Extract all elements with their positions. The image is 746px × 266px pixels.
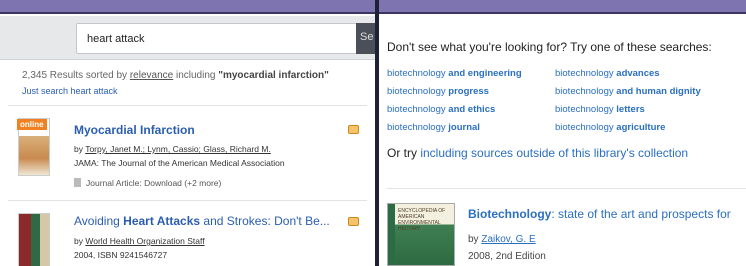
- title-pre: Avoiding: [74, 214, 124, 228]
- suggestion-base: biotechnology: [387, 122, 446, 133]
- suggestion-extra: agriculture: [616, 122, 666, 133]
- divider: [387, 188, 746, 189]
- suggestion-base: biotechnology: [387, 68, 446, 79]
- suggestion-extra: and engineering: [448, 68, 522, 79]
- search-button[interactable]: Se: [356, 23, 375, 54]
- suggestion-extra: and human dignity: [616, 86, 701, 97]
- or-try-label: Or try: [387, 146, 421, 160]
- result-authors: by Torpy, Janet M.; Lynm, Cassio; Glass,…: [74, 144, 271, 154]
- author-link[interactable]: Zaikov, G. E: [481, 234, 535, 245]
- suggestion-extra: letters: [616, 104, 645, 115]
- suggestion-base: biotechnology: [555, 86, 614, 97]
- book-cover-thumbnail[interactable]: ENCYCLOPEDIA OF AMERICAN ENVIRONMENTAL H…: [387, 203, 455, 266]
- suggestion-base: biotechnology: [555, 68, 614, 79]
- header-band: [0, 0, 375, 14]
- by-label: by: [74, 236, 86, 246]
- add-to-folder-icon[interactable]: [348, 125, 359, 134]
- or-try-line: Or try including sources outside of this…: [387, 146, 688, 160]
- format-text[interactable]: Journal Article: Download (+2 more): [86, 178, 221, 188]
- library-search-results-panel: heart attack Se 2,345 Results sorted by …: [0, 0, 375, 266]
- result-item: online Myocardial Infarction by Torpy, J…: [17, 118, 365, 198]
- suggestion-extra: advances: [616, 68, 660, 79]
- by-label: by: [74, 144, 86, 154]
- suggestion-link[interactable]: biotechnology and engineering: [387, 68, 522, 79]
- document-icon: [74, 178, 81, 187]
- suggestion-base: biotechnology: [387, 104, 446, 115]
- sort-relevance-link[interactable]: relevance: [130, 70, 173, 81]
- result-thumbnail[interactable]: [18, 213, 50, 266]
- include-outside-sources-link[interactable]: including sources outside of this librar…: [420, 146, 688, 160]
- header-band: [379, 0, 746, 14]
- book-title-link[interactable]: Biotechnology: state of the art and pros…: [468, 207, 731, 221]
- book-author: by Zaikov, G. E: [468, 234, 536, 245]
- suggestion-link[interactable]: biotechnology journal: [387, 122, 480, 133]
- result-edition: 2004, ISBN 9241546727: [74, 250, 168, 260]
- by-label: by: [468, 234, 482, 245]
- results-count: 2,345 Results sorted by: [22, 70, 130, 81]
- title-highlight: Heart Attacks: [123, 214, 201, 228]
- divider: [8, 105, 367, 106]
- result-title-link[interactable]: Myocardial Infarction: [74, 123, 195, 137]
- cover-spine: [388, 204, 395, 265]
- including-label: including: [173, 70, 219, 81]
- just-search-link[interactable]: Just search heart attack: [22, 86, 118, 96]
- online-badge: online: [17, 119, 47, 130]
- result-item: Avoiding Heart Attacks and Strokes: Don'…: [18, 210, 365, 266]
- title-rest: : state of the art and prospects for: [551, 207, 731, 221]
- suggestion-link[interactable]: biotechnology and ethics: [387, 104, 495, 115]
- book-edition: 2008, 2nd Edition: [468, 251, 546, 262]
- suggestion-link[interactable]: biotechnology and human dignity: [555, 86, 701, 97]
- title-post: and Strokes: Don't Be...: [200, 214, 330, 228]
- title-highlight: Biotechnology: [468, 207, 552, 221]
- suggestion-link[interactable]: biotechnology progress: [387, 86, 489, 97]
- suggestion-base: biotechnology: [555, 122, 614, 133]
- including-term: "myocardial infarction": [218, 70, 329, 81]
- result-title-link[interactable]: Avoiding Heart Attacks and Strokes: Don'…: [74, 214, 330, 228]
- suggestion-link[interactable]: biotechnology letters: [555, 104, 645, 115]
- add-to-folder-icon[interactable]: [348, 217, 359, 226]
- suggestions-heading: Don't see what you're looking for? Try o…: [387, 40, 712, 54]
- suggestion-base: biotechnology: [387, 86, 446, 97]
- search-suggestions-panel: Don't see what you're looking for? Try o…: [379, 0, 746, 266]
- result-format: Journal Article: Download (+2 more): [74, 178, 221, 188]
- suggestion-extra: and ethics: [448, 104, 496, 115]
- divider: [8, 200, 367, 201]
- suggestion-base: biotechnology: [555, 104, 614, 115]
- cover-text: ENCYCLOPEDIA OF AMERICAN ENVIRONMENTAL H…: [398, 208, 446, 232]
- result-authors: by World Health Organization Staff: [74, 236, 205, 246]
- search-input[interactable]: heart attack: [76, 23, 358, 54]
- results-summary: 2,345 Results sorted by relevance includ…: [22, 70, 329, 81]
- author-links[interactable]: World Health Organization Staff: [85, 236, 204, 246]
- result-source: JAMA: The Journal of the American Medica…: [74, 158, 285, 168]
- search-bar: heart attack Se: [0, 16, 375, 60]
- suggestion-link[interactable]: biotechnology advances: [555, 68, 660, 79]
- author-links[interactable]: Torpy, Janet M.; Lynm, Cassio; Glass, Ri…: [85, 144, 271, 154]
- suggestion-link[interactable]: biotechnology agriculture: [555, 122, 665, 133]
- result-thumbnail[interactable]: online: [17, 118, 50, 176]
- suggestion-extra: progress: [448, 86, 489, 97]
- suggestion-extra: journal: [448, 122, 480, 133]
